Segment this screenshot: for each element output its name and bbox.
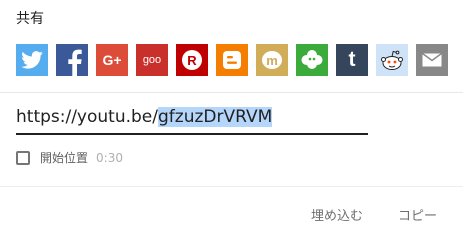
blogger-icon[interactable] [216,44,248,76]
goo-icon-text: goo [142,54,162,66]
google-plus-icon[interactable]: G+ [96,44,128,76]
start-at-label: 開始位置 [40,151,89,165]
share-url-field[interactable]: https://youtu.be/gfzuzDrVRVM [16,107,368,135]
embed-button[interactable]: 埋め込む [311,205,363,224]
facebook-icon[interactable] [56,44,88,76]
share-url-prefix: https://youtu.be/ [16,107,158,127]
rakuten-badge: R [182,50,202,70]
tumblr-icon-text: t [348,48,356,71]
divider [0,186,463,187]
share-dialog-title: 共有 [16,11,44,27]
share-targets: G+ goo R m t [16,44,456,76]
rakuten-icon[interactable]: R [176,44,208,76]
goo-icon[interactable]: goo [136,44,168,76]
copy-button[interactable]: コピー [398,205,437,224]
rakuten-icon-text: R [187,52,197,68]
email-icon[interactable] [416,44,448,76]
mixi-bubble: m [262,51,282,69]
divider [0,92,463,93]
start-at-checkbox[interactable] [16,150,30,165]
start-at-time[interactable]: 0:30 [96,151,123,165]
reddit-icon[interactable] [376,44,408,76]
google-plus-icon-text: G+ [102,52,122,68]
start-at-row: 開始位置 0:30 [16,149,123,166]
mixi-icon[interactable]: m [256,44,288,76]
mixi-icon-text: m [266,52,278,68]
tumblr-icon[interactable]: t [336,44,368,76]
ameba-icon[interactable] [296,44,328,76]
twitter-icon[interactable] [16,44,48,76]
share-url-video-id: gfzuzDrVRVM [158,107,273,127]
